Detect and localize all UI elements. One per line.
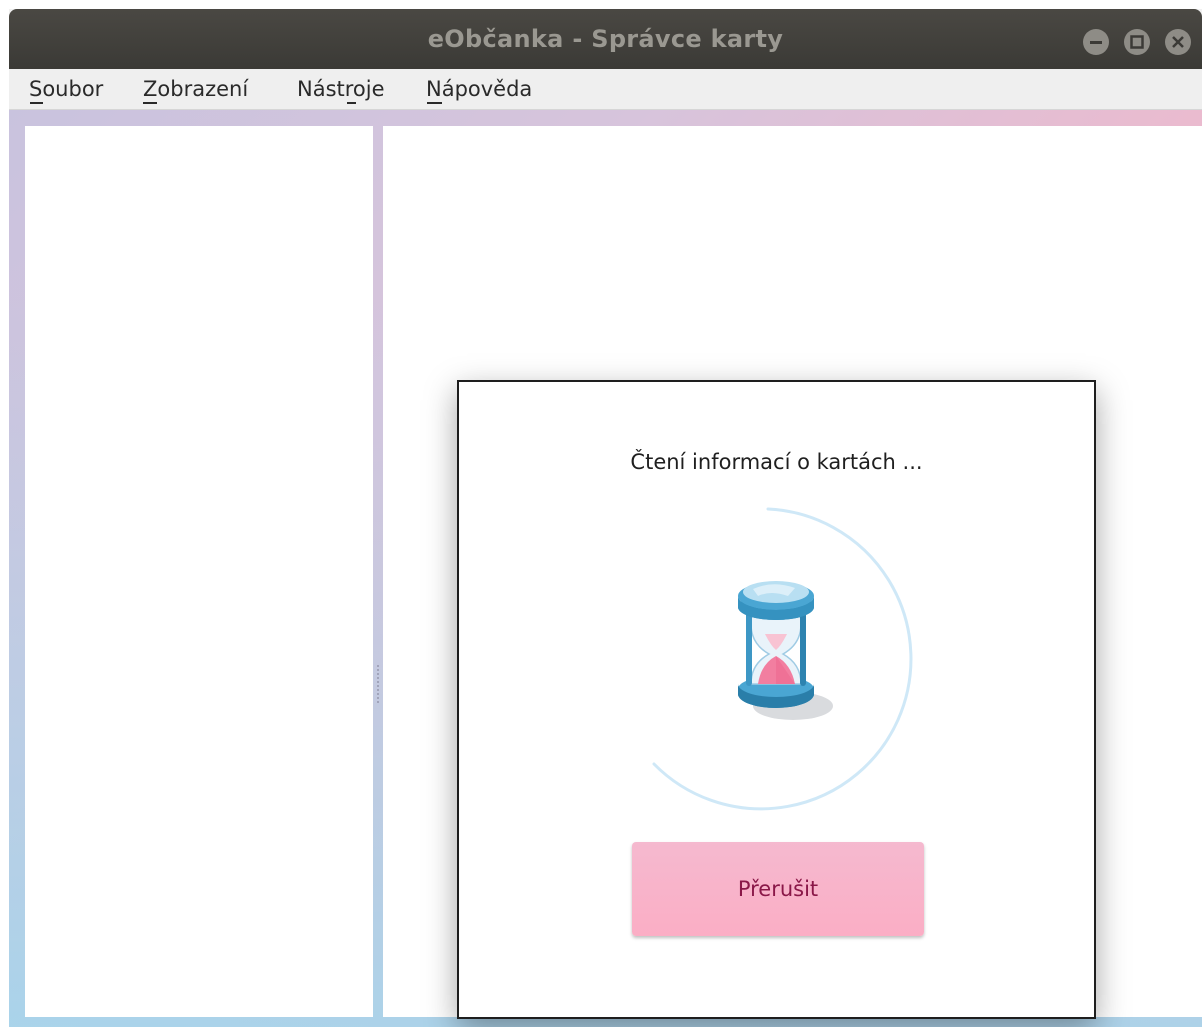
menu-napoveda[interactable]: Nápověda (426, 75, 533, 104)
window-title: eObčanka - Správce karty (427, 25, 784, 53)
loading-spinner (652, 507, 913, 811)
close-button[interactable] (1165, 29, 1191, 55)
title-bar[interactable]: eObčanka - Správce karty (9, 9, 1202, 69)
menu-soubor[interactable]: Soubor (29, 75, 104, 104)
menu-nastroje-label: Nástroje (297, 77, 385, 101)
minimize-icon (1090, 41, 1102, 44)
menu-bar: Soubor Zobrazení Nástroje Nápověda (9, 69, 1202, 110)
hourglass-icon (738, 581, 833, 720)
mnemonic-underline (30, 102, 43, 104)
cancel-button-label: Přerušit (737, 877, 819, 901)
menu-napoveda-label: Nápověda (426, 77, 533, 101)
content-area: Čtení informací o kartách ... Přerušit (9, 110, 1202, 1027)
menu-nastroje[interactable]: Nástroje (297, 75, 385, 104)
close-icon (1172, 36, 1184, 48)
mnemonic-underline (143, 102, 157, 104)
menu-zobrazeni[interactable]: Zobrazení (143, 75, 249, 104)
card-list-panel (25, 126, 373, 1017)
maximize-icon (1130, 35, 1144, 49)
app-window: eObčanka - Správce karty Soubor Zobrazen… (9, 9, 1202, 1027)
mnemonic-underline (427, 102, 442, 104)
menu-zobrazeni-label: Zobrazení (143, 77, 249, 101)
mnemonic-underline (347, 102, 356, 104)
splitter-handle[interactable] (377, 665, 379, 705)
cancel-button[interactable]: Přerušit (632, 842, 924, 936)
progress-dialog: Čtení informací o kartách ... Přerušit (457, 380, 1096, 1019)
minimize-button[interactable] (1083, 29, 1109, 55)
maximize-button[interactable] (1124, 29, 1150, 55)
menu-soubor-label: Soubor (29, 77, 104, 101)
progress-message: Čtení informací o kartách ... (630, 450, 923, 474)
